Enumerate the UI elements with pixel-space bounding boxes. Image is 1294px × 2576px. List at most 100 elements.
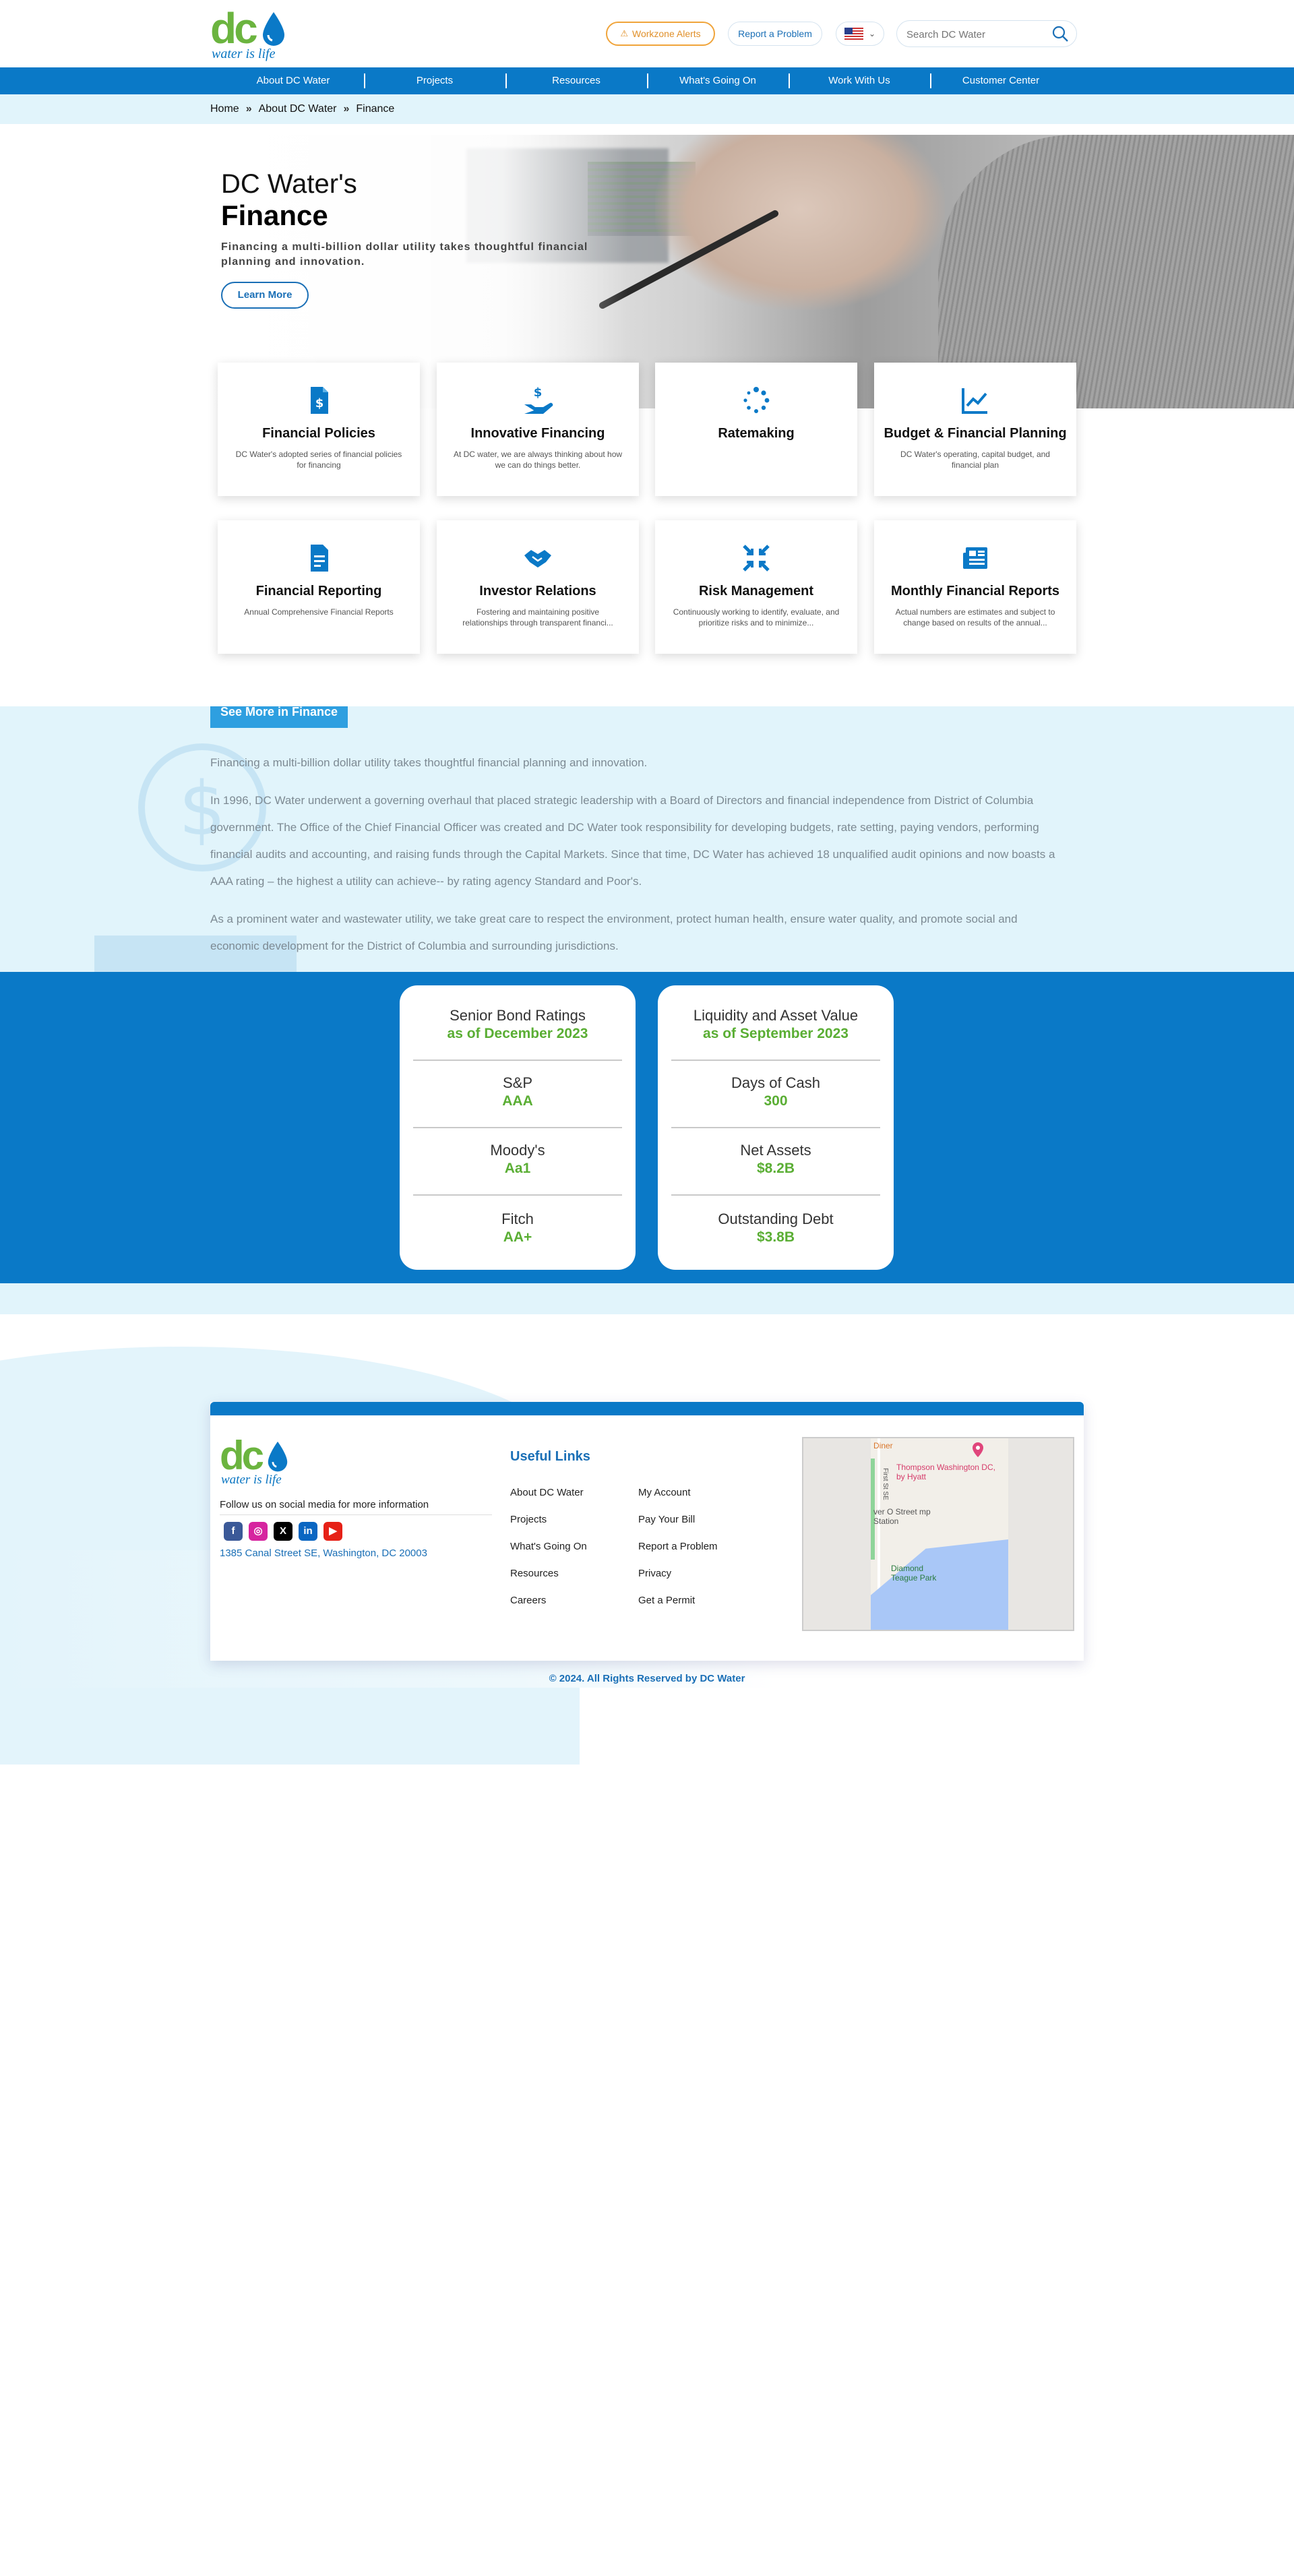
- location-map[interactable]: Diner Thompson Washington DC, by Hyatt v…: [802, 1437, 1074, 1631]
- rating-label: Fitch: [501, 1210, 534, 1227]
- dc-water-logo[interactable]: dc water is life: [210, 7, 291, 62]
- card-desc: Fostering and maintaining positive relat…: [462, 607, 613, 627]
- liquidity-value: $3.8B: [756, 1229, 795, 1245]
- map-label-park: Diamond Teague Park: [891, 1564, 937, 1583]
- hero-title-line2: Finance: [221, 200, 328, 231]
- svg-text:$: $: [534, 386, 543, 400]
- rating-label: Moody's: [490, 1142, 545, 1159]
- footer-link[interactable]: Resources: [510, 1568, 631, 1595]
- financial-stats-section: Senior Bond Ratings as of December 2023 …: [0, 972, 1294, 1283]
- search-icon[interactable]: [1049, 24, 1071, 45]
- newspaper-icon: [963, 547, 987, 569]
- liquidity-label: Outstanding Debt: [718, 1210, 834, 1227]
- workzone-alerts-label: Workzone Alerts: [631, 28, 701, 39]
- water-drop-icon: [263, 12, 284, 46]
- learn-more-button[interactable]: Learn More: [221, 282, 309, 309]
- site-header: dc water is life ⚠ Workzone Alerts Repor…: [0, 0, 1294, 67]
- search-input[interactable]: [906, 27, 1048, 42]
- map-label-hotel: Thompson Washington DC, by Hyatt: [896, 1463, 995, 1481]
- hero-subtitle: Financing a multi-billion dollar utility…: [221, 241, 588, 268]
- card-investor-relations[interactable]: Investor Relations Fostering and maintai…: [437, 520, 639, 654]
- footer-link[interactable]: Pay Your Bill: [638, 1514, 760, 1541]
- card-innovative-financing[interactable]: $ Innovative Financing At DC water, we a…: [437, 363, 639, 496]
- liquidity-label: Days of Cash: [731, 1074, 821, 1091]
- social-links: f ◎ X in ▶: [224, 1522, 342, 1541]
- linkedin-icon[interactable]: in: [299, 1522, 317, 1541]
- map-label-street: First St SE: [882, 1468, 889, 1500]
- compress-arrows-icon: [743, 545, 770, 572]
- card-desc: Continuously working to identify, evalua…: [673, 607, 840, 627]
- double-chevron-right-icon: »: [343, 103, 350, 115]
- loading-dots-icon: [743, 387, 770, 413]
- card-desc: At DC water, we are always thinking abou…: [453, 450, 623, 470]
- search-box: [896, 20, 1077, 47]
- footer-address[interactable]: 1385 Canal Street SE, Washington, DC 200…: [220, 1547, 427, 1559]
- card-title: Financial Policies: [262, 426, 375, 441]
- nav-item-projects[interactable]: Projects: [364, 67, 505, 94]
- nav-item-customer-center[interactable]: Customer Center: [930, 67, 1072, 94]
- nav-item-about[interactable]: About DC Water: [222, 67, 364, 94]
- nav-item-whats-going-on[interactable]: What's Going On: [647, 67, 789, 94]
- language-selector[interactable]: ⌄: [836, 22, 884, 46]
- rating-value: AA+: [503, 1229, 532, 1245]
- line-chart-icon: [962, 388, 987, 414]
- card-ratemaking[interactable]: Ratemaking: [655, 363, 857, 496]
- map-label-station: ver O Street mp Station: [873, 1507, 931, 1526]
- card-monthly-reports[interactable]: Monthly Financial Reports Actual numbers…: [874, 520, 1076, 654]
- map-pin-icon: [973, 1442, 983, 1457]
- footer-link[interactable]: Get a Permit: [638, 1595, 760, 1622]
- copyright-text: © 2024. All Rights Reserved by DC Water: [549, 1673, 745, 1684]
- footer-link[interactable]: About DC Water: [510, 1487, 631, 1514]
- footer-link[interactable]: Report a Problem: [638, 1541, 760, 1568]
- footer-logo[interactable]: dc water is life: [220, 1436, 301, 1491]
- workzone-alerts-button[interactable]: ⚠ Workzone Alerts: [606, 22, 715, 46]
- breadcrumb-home[interactable]: Home: [210, 103, 239, 115]
- breadcrumb-about[interactable]: About DC Water: [259, 103, 337, 115]
- nav-item-work-with-us[interactable]: Work With Us: [789, 67, 930, 94]
- footer-link[interactable]: Projects: [510, 1514, 631, 1541]
- main-nav: About DC Water Projects Resources What's…: [0, 67, 1294, 94]
- footer-link[interactable]: What's Going On: [510, 1541, 631, 1568]
- card-title: Budget & Financial Planning: [884, 426, 1067, 441]
- card-title: Ratemaking: [718, 426, 795, 441]
- map-label-diner: Diner: [873, 1441, 893, 1450]
- youtube-icon[interactable]: ▶: [324, 1522, 342, 1541]
- footer-link[interactable]: Careers: [510, 1595, 631, 1622]
- double-chevron-right-icon: »: [245, 103, 252, 115]
- see-more-paragraph-2: In 1996, DC Water underwent a governing …: [210, 794, 1055, 888]
- see-more-section: $ See More in Finance Financing a multi-…: [0, 706, 1294, 972]
- rating-value: Aa1: [504, 1161, 531, 1176]
- facebook-icon[interactable]: f: [224, 1522, 243, 1541]
- liquidity-card: Liquidity and Asset Value as of Septembe…: [658, 985, 894, 1270]
- card-title: Innovative Financing: [470, 426, 605, 441]
- instagram-icon[interactable]: ◎: [249, 1522, 268, 1541]
- document-icon: [311, 545, 328, 572]
- liquidity-value: 300: [764, 1093, 788, 1109]
- useful-links-title: Useful Links: [510, 1449, 590, 1464]
- hero-text: DC Water's Finance Financing a multi-bil…: [221, 168, 625, 270]
- breadcrumb-current: Finance: [356, 103, 395, 115]
- nav-item-resources[interactable]: Resources: [505, 67, 647, 94]
- card-desc: Annual Comprehensive Financial Reports: [244, 607, 394, 617]
- card-desc: DC Water's adopted series of financial p…: [235, 450, 402, 470]
- site-footer: dc water is life Follow us on social med…: [210, 1402, 1084, 1661]
- useful-links-col1: About DC Water Projects What's Going On …: [510, 1487, 631, 1622]
- water-drop-icon: [268, 1441, 288, 1472]
- footer-link[interactable]: My Account: [638, 1487, 760, 1514]
- card-financial-reporting[interactable]: Financial Reporting Annual Comprehensive…: [218, 520, 420, 654]
- card-budget-planning[interactable]: Budget & Financial Planning DC Water's o…: [874, 363, 1076, 496]
- x-icon[interactable]: X: [274, 1522, 292, 1541]
- card-title: Risk Management: [698, 584, 814, 599]
- card-financial-policies[interactable]: $ Financial Policies DC Water's adopted …: [218, 363, 420, 496]
- card-risk-management[interactable]: Risk Management Continuously working to …: [655, 520, 857, 654]
- report-problem-button[interactable]: Report a Problem: [728, 22, 822, 46]
- bond-ratings-date: as of December 2023: [447, 1026, 588, 1041]
- rating-value: AAA: [502, 1093, 533, 1109]
- liquidity-label: Net Assets: [740, 1142, 811, 1159]
- bond-ratings-card: Senior Bond Ratings as of December 2023 …: [400, 985, 636, 1270]
- breadcrumb: Home » About DC Water » Finance: [0, 94, 1294, 124]
- footer-link[interactable]: Privacy: [638, 1568, 760, 1595]
- warning-icon: ⚠: [620, 28, 628, 38]
- us-flag-icon: [844, 28, 863, 40]
- card-desc: Actual numbers are estimates and subject…: [895, 607, 1055, 627]
